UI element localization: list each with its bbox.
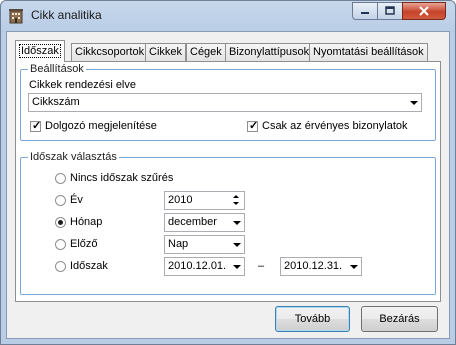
building-icon [9,9,23,24]
tab-strip: Időszak Cikkcsoportok Cikkek Cégek Bizon… [15,40,443,62]
radio-month[interactable] [55,217,66,228]
minimize-icon [361,12,369,14]
radio-range-label: Időszak [70,260,108,272]
dialog-window: Cikk analitika Időszak Cikkcsoportok Cik… [0,0,456,345]
chevron-down-icon [233,243,241,247]
range-to-select[interactable]: 2010.12.31. [280,257,362,276]
period-legend: Időszak választás [28,151,119,163]
sort-label: Cikkek rendezési elve [29,79,136,91]
window-title: Cikk analitika [31,8,102,22]
chevron-down-icon [410,101,418,105]
tab-cikkcsoportok[interactable]: Cikkcsoportok [71,43,149,61]
settings-group: Beállítások Cikkek rendezési elve Cikksz… [20,63,436,141]
next-button[interactable]: Tovább [275,306,350,332]
show-employee-label: Dolgozó megjelenítése [45,120,157,132]
chevron-down-icon [350,265,358,269]
previous-select[interactable]: Nap [164,235,245,254]
range-to-value: 2010.12.31. [284,260,343,272]
year-value: 2010 [168,194,193,206]
valid-docs-label: Csak az érvényes bizonylatok [262,120,408,132]
settings-legend: Beállítások [28,63,86,75]
tab-cegek[interactable]: Cégek [186,43,226,61]
radio-no-period[interactable] [55,173,66,184]
range-separator: – [258,260,265,272]
month-value: december [168,216,217,228]
tab-idoszak[interactable]: Időszak [15,40,65,62]
minimize-button[interactable] [352,2,378,20]
sort-select[interactable]: Cikkszám [28,93,422,112]
tab-bizonylattipusok[interactable]: Bizonylattípusok [225,43,314,61]
title-bar[interactable]: Cikk analitika [1,1,455,31]
checkmark-icon: ✓ [249,120,259,132]
close-icon [419,6,429,16]
valid-docs-checkbox[interactable]: ✓ [247,120,259,132]
year-spinner[interactable]: 2010 [164,191,245,210]
radio-no-period-label: Nincs időszak szűrés [70,172,174,184]
tab-cikkek[interactable]: Cikkek [145,43,187,61]
close-button[interactable]: Bezárás [361,306,438,332]
maximize-button[interactable] [377,2,403,20]
tab-panel-idoszak: Beállítások Cikkek rendezési elve Cikksz… [15,61,441,302]
range-from-value: 2010.12.01. [168,260,227,272]
radio-previous-label: Előző [70,238,98,250]
close-window-button[interactable] [402,2,446,20]
month-select[interactable]: december [164,213,245,232]
checkmark-icon: ✓ [32,120,42,132]
radio-year[interactable] [55,195,66,206]
period-group: Időszak választás Nincs időszak szűrés É… [20,151,436,295]
sort-value: Cikkszám [32,96,80,108]
chevron-down-icon [233,265,241,269]
range-from-select[interactable]: 2010.12.01. [164,257,245,276]
radio-previous[interactable] [55,239,66,250]
show-employee-checkbox[interactable]: ✓ [30,120,42,132]
spin-arrows-icon[interactable] [231,193,243,208]
radio-range[interactable] [55,261,66,272]
maximize-icon [385,6,395,15]
radio-year-label: Év [70,194,83,206]
dialog-body: Időszak Cikkcsoportok Cikkek Cégek Bizon… [6,31,450,339]
tab-nyomtatasi-beallitasok[interactable]: Nyomtatási beállítások [309,43,428,61]
previous-value: Nap [168,238,189,250]
chevron-down-icon [233,221,241,225]
radio-month-label: Hónap [70,216,103,228]
